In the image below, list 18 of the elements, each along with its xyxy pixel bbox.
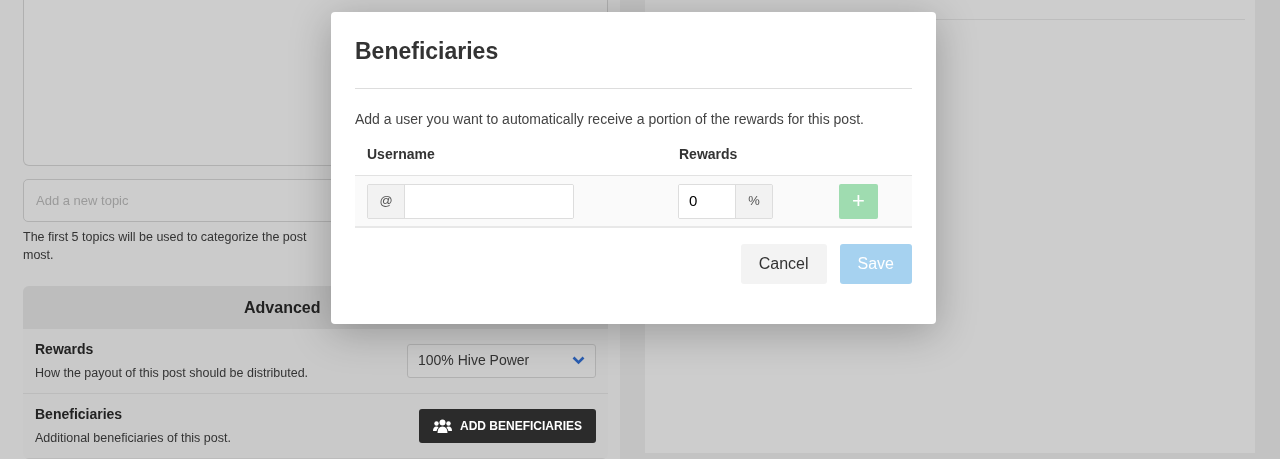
username-field[interactable]: @ [367,183,574,219]
reward-field[interactable]: 0 % [678,183,773,219]
column-header: Username [367,145,436,164]
users-icon [433,418,452,433]
setting-description: How the payout of this post should be distributed. [35,365,309,382]
column-header: Rewards [679,145,738,164]
setting-label: Beneficiaries [35,404,124,424]
add-beneficiaries-button[interactable]: ADD BENEFICIARIES [419,408,596,443]
help-text: most. [23,247,54,264]
modal-title: Beneficiaries [355,37,500,66]
help-text: The first 5 topics will be used to categorize the post [23,229,307,246]
setting-description: Additional beneficiaries of this post. [35,429,231,447]
chevron-down-icon [572,356,585,366]
cancel-button[interactable]: Cancel [740,244,827,284]
setting-label: Rewards [35,340,95,359]
select-field[interactable]: 100% Hive Power [407,343,596,378]
card-title: Advanced [244,297,321,318]
modal-description: Add a user you want to automatically receive a portion of the rewards for this post. [355,110,865,129]
